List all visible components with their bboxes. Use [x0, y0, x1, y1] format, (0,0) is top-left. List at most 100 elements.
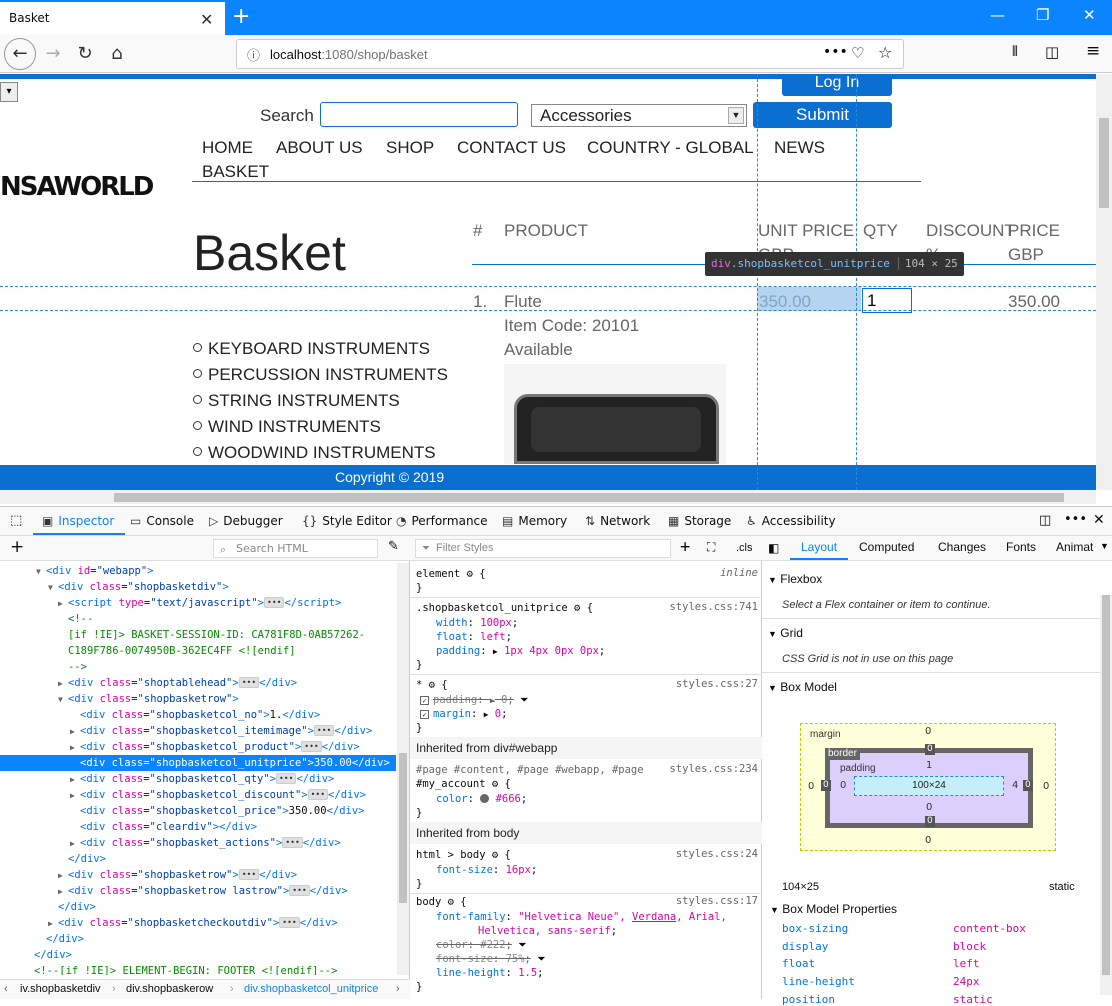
submit-button[interactable]: Submit	[753, 102, 892, 128]
rule-source[interactable]: styles.css:24	[676, 848, 758, 860]
reload-icon[interactable]: ↻	[70, 41, 100, 67]
rule-declaration[interactable]: font-size: 75%; ⏷	[436, 952, 546, 966]
grid-header[interactable]: ▼ Grid	[768, 626, 803, 640]
toggle-sidebar-icon[interactable]: ◧	[768, 541, 779, 555]
scroll-thumb[interactable]	[399, 753, 407, 903]
tree-node[interactable]: ▶ <div class="shopbasketrow lastrow"> ••• <…	[0, 883, 396, 899]
tree-node[interactable]: <!--	[0, 611, 396, 627]
tree-node[interactable]: ▼ <div class="shopbasketrow">	[0, 691, 396, 707]
tree-node[interactable]: C189F786-0074950B-362EC4FF <![endif]	[0, 643, 396, 659]
language-select[interactable]: ▾	[0, 82, 18, 102]
tree-node[interactable]: ▼ <div id="webapp">	[0, 563, 396, 579]
nav-shop[interactable]: SHOP	[386, 138, 434, 158]
tab-storage[interactable]: ▦ Storage	[668, 514, 731, 528]
menu-icon[interactable]: ≡	[1086, 41, 1100, 61]
rule-selector[interactable]: body ⚙ {	[416, 895, 467, 909]
tab-memory[interactable]: ▤ Memory	[502, 514, 567, 528]
padding-right[interactable]: 4	[1012, 780, 1018, 791]
rule-source[interactable]: styles.css:234	[669, 763, 758, 775]
tree-node[interactable]: </div>	[0, 851, 396, 867]
padding-top[interactable]: 1	[926, 760, 932, 771]
tree-node[interactable]: </div>	[0, 931, 396, 947]
filter-icon[interactable]: ⏷	[520, 694, 528, 706]
border-bottom[interactable]: 0	[925, 816, 935, 827]
tab-computed[interactable]: Computed	[859, 540, 914, 554]
category-select[interactable]: Accessories ▼	[531, 104, 747, 127]
breadcrumb-item[interactable]: div.shopbaskerow	[126, 980, 213, 999]
tab-animations[interactable]: Animat	[1056, 540, 1093, 554]
category-item[interactable]: WIND INSTRUMENTS	[193, 417, 381, 437]
checkbox-checked-icon[interactable]: ✓	[420, 710, 429, 719]
category-item[interactable]: PERCUSSION INSTRUMENTS	[193, 365, 448, 385]
padding-left[interactable]: 0	[840, 780, 846, 791]
search-input[interactable]	[320, 102, 518, 127]
close-tab-icon[interactable]: ✕	[200, 10, 213, 29]
home-icon[interactable]: ⌂	[102, 41, 132, 67]
property-row[interactable]: float left	[782, 957, 1100, 970]
border-right[interactable]: 0	[1023, 780, 1033, 791]
rule-declaration[interactable]: line-height: 1.5;	[436, 966, 544, 980]
info-icon[interactable]: ⓘ	[247, 45, 260, 64]
close-window-icon[interactable]: ✕	[1083, 6, 1096, 24]
add-node-icon[interactable]: +	[10, 537, 24, 557]
tree-node[interactable]: ▶ <div class="shopbasketcheckoutdiv"> ••• <…	[0, 915, 396, 931]
nav-country[interactable]: COUNTRY - GLOBAL	[587, 138, 754, 158]
tree-node[interactable]: ▶ <div class="shopbasketcol_itemimage"> ••…	[0, 723, 396, 739]
tab-accessibility[interactable]: ♿ Accessibility	[746, 514, 836, 528]
rule-declaration[interactable]: font-size: 16px;	[436, 863, 537, 877]
nav-news[interactable]: NEWS	[774, 138, 825, 158]
new-tab-icon[interactable]: +	[232, 4, 250, 29]
margin-top[interactable]: 0	[925, 726, 931, 737]
tab-console[interactable]: ▭ Console	[130, 514, 194, 528]
eyedropper-icon[interactable]: ✎	[388, 539, 399, 554]
tree-node[interactable]: ▶ <div class="shopbasket_actions"> ••• </di…	[0, 835, 396, 851]
property-row[interactable]: position static	[782, 993, 1100, 1006]
login-button[interactable]: Log In	[782, 74, 892, 96]
cls-toggle[interactable]: .cls	[736, 542, 753, 554]
add-rule-icon[interactable]: +	[680, 537, 690, 557]
nav-contact-us[interactable]: CONTACT US	[457, 138, 566, 158]
rule-source[interactable]: styles.css:741	[669, 601, 758, 613]
rule-selector[interactable]: element ⚙ {	[416, 567, 486, 581]
scroll-thumb[interactable]	[1099, 118, 1109, 208]
breadcrumb-back-icon[interactable]: ‹	[4, 980, 8, 999]
rule-selector[interactable]: * ⚙ {	[416, 678, 448, 692]
restore-icon[interactable]: ❐	[1036, 6, 1049, 24]
margin-bottom[interactable]: 0	[925, 835, 931, 846]
minimize-icon[interactable]: —	[990, 6, 1005, 24]
rule-selector[interactable]: #my_account ⚙ {	[416, 777, 511, 791]
checkbox-checked-icon[interactable]: ✓	[420, 696, 429, 705]
property-row[interactable]: line-height 24px	[782, 975, 1100, 988]
close-devtools-icon[interactable]: ✕	[1093, 512, 1105, 528]
tree-node[interactable]: ▶ <script type="text/javascript"> ••• </scr…	[0, 595, 396, 611]
dock-icon[interactable]: ◫	[1039, 513, 1051, 528]
box-model-margin[interactable]: margin 0 0 0 0 border 0 0 0 0 padding 1 …	[800, 723, 1056, 851]
rule-declaration[interactable]: font-family: "Helvetica Neue", Verdana, …	[436, 910, 727, 924]
tree-node[interactable]: ▼ <div class="shopbasketdiv">	[0, 579, 396, 595]
tree-node[interactable]: ▶ <div class="shopbasketcol_discount"> •••…	[0, 787, 396, 803]
url-bar[interactable]: ⓘ localhost:1080/shop/basket ••• ♡ ☆	[236, 39, 904, 69]
category-item[interactable]: WOODWIND INSTRUMENTS	[193, 443, 436, 463]
color-swatch[interactable]	[480, 794, 490, 803]
tree-node[interactable]: ▶ <div class="shopbasketcol_product"> ••• <…	[0, 739, 396, 755]
property-row[interactable]: display block	[782, 940, 1100, 953]
tree-node[interactable]: </div>	[0, 899, 396, 915]
box-model-content[interactable]: 100×24	[854, 776, 1004, 796]
tree-node[interactable]: <div class="cleardiv"></div>	[0, 819, 396, 835]
tab-debugger[interactable]: ▷ Debugger	[209, 514, 283, 528]
rule-declaration[interactable]: ✓ padding: ▶ 0; ⏷	[420, 693, 528, 708]
tree-node[interactable]: [if !IE]> BASKET-SESSION-ID: CA781F8D-0A…	[0, 627, 396, 643]
pick-element-icon[interactable]: ⬚	[10, 513, 22, 528]
property-row[interactable]: box-sizing content-box	[782, 922, 1100, 935]
category-item[interactable]: STRING INSTRUMENTS	[193, 391, 400, 411]
scroll-thumb[interactable]	[114, 493, 1064, 502]
padding-bottom[interactable]: 0	[926, 802, 932, 813]
border-left[interactable]: 0	[821, 780, 831, 791]
search-html-input[interactable]: ⌕ Search HTML	[213, 539, 378, 558]
pocket-icon[interactable]: ♡	[851, 44, 864, 62]
layout-scrollbar[interactable]	[1100, 595, 1112, 995]
more-options-icon[interactable]: •••	[1064, 512, 1087, 527]
rule-source[interactable]: styles.css:27	[676, 678, 758, 690]
filter-styles-input[interactable]: ⏷ Filter Styles	[415, 539, 671, 558]
tree-node[interactable]: ▶ <div class="shopbasketcol_qty"> ••• </div…	[0, 771, 396, 787]
